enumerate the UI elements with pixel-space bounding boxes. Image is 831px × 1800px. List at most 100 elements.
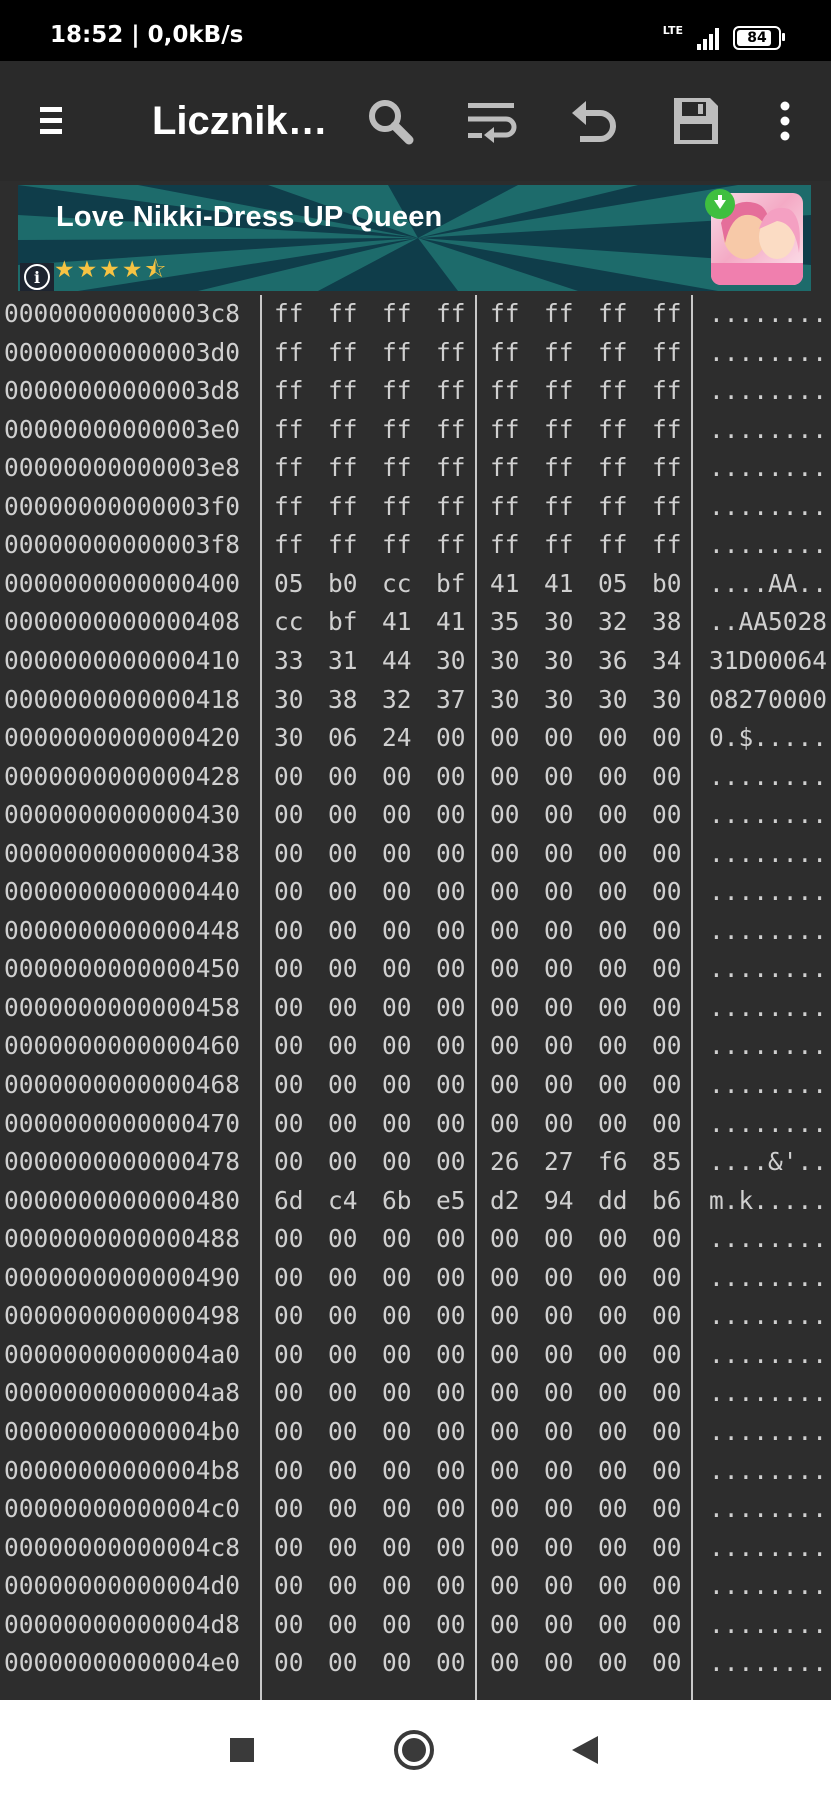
hex-byte[interactable]: e5 (436, 1186, 466, 1215)
hex-byte[interactable]: 00 (328, 1456, 358, 1485)
hex-row[interactable]: 00000000000003f8 ff ff ff ff ff ff ff ff........ (0, 526, 831, 565)
hex-ascii[interactable]: ........ (709, 1340, 827, 1369)
hex-byte[interactable]: b0 (328, 569, 358, 598)
hex-byte[interactable]: 00 (544, 1648, 574, 1677)
hex-byte[interactable]: 00 (544, 877, 574, 906)
hex-byte[interactable]: 00 (598, 1224, 628, 1253)
hex-ascii[interactable]: 08270000 (709, 685, 827, 714)
hex-byte[interactable]: 00 (436, 1378, 466, 1407)
hex-byte[interactable]: 00 (490, 916, 520, 945)
hex-ascii[interactable]: ........ (709, 338, 827, 367)
hex-byte[interactable]: 44 (382, 646, 412, 675)
hex-byte[interactable]: 00 (274, 877, 304, 906)
hex-byte[interactable]: 00 (382, 1263, 412, 1292)
hex-ascii[interactable]: ........ (709, 916, 827, 945)
hex-byte[interactable]: 41 (544, 569, 574, 598)
hex-byte[interactable]: 00 (544, 954, 574, 983)
hex-row[interactable]: 00000000000003f0 ff ff ff ff ff ff ff ff........ (0, 488, 831, 527)
hex-byte[interactable]: 00 (328, 1610, 358, 1639)
hex-byte[interactable]: ff (544, 376, 574, 405)
hex-byte[interactable]: 00 (382, 1109, 412, 1138)
hex-byte[interactable]: 00 (652, 1378, 682, 1407)
hex-byte[interactable]: 00 (490, 1224, 520, 1253)
hex-ascii[interactable]: ........ (709, 800, 827, 829)
hex-row[interactable]: 0000000000000408 cc bf 41 41 35 30 32 38 ..AA5028 (0, 603, 831, 642)
hex-byte[interactable]: 00 (490, 954, 520, 983)
hex-byte[interactable]: ff (328, 376, 358, 405)
hex-ascii[interactable]: 31D00064 (709, 646, 827, 675)
hex-byte[interactable]: 00 (544, 1533, 574, 1562)
hex-row[interactable]: 0000000000000430 00 00 00 00 00 00 00 00........ (0, 796, 831, 835)
hex-byte[interactable]: 00 (274, 1340, 304, 1369)
hex-byte[interactable]: 00 (328, 800, 358, 829)
menu-button[interactable] (22, 61, 82, 181)
hex-byte[interactable]: 00 (436, 1571, 466, 1600)
hex-byte[interactable]: b0 (652, 569, 682, 598)
hex-ascii[interactable]: ........ (709, 1301, 827, 1330)
hex-byte[interactable]: bf (328, 607, 358, 636)
hex-byte[interactable]: 00 (328, 1571, 358, 1600)
hex-byte[interactable]: 00 (328, 1301, 358, 1330)
hex-byte[interactable]: 00 (328, 1070, 358, 1099)
hex-byte[interactable]: 00 (274, 762, 304, 791)
hex-byte[interactable]: 00 (436, 762, 466, 791)
hex-byte[interactable]: 00 (598, 1340, 628, 1369)
hex-byte[interactable]: 00 (598, 723, 628, 752)
hex-byte[interactable]: ff (652, 453, 682, 482)
hex-byte[interactable]: 00 (652, 1571, 682, 1600)
hex-byte[interactable]: 00 (274, 800, 304, 829)
hex-byte[interactable]: ff (382, 299, 412, 328)
hex-byte[interactable]: 00 (436, 723, 466, 752)
hex-byte[interactable]: 00 (274, 954, 304, 983)
hex-byte[interactable]: 00 (328, 954, 358, 983)
hex-byte[interactable]: 00 (382, 1494, 412, 1523)
hex-byte[interactable]: ff (436, 530, 466, 559)
hex-byte[interactable]: 00 (652, 800, 682, 829)
hex-byte[interactable]: ff (544, 453, 574, 482)
ad-info-button[interactable]: i (20, 263, 54, 291)
hex-byte[interactable]: 00 (490, 1456, 520, 1485)
hex-byte[interactable]: d2 (490, 1186, 520, 1215)
hex-byte[interactable]: 26 (490, 1147, 520, 1176)
hex-ascii[interactable]: ........ (709, 1571, 827, 1600)
hex-row[interactable]: 00000000000004b8 00 00 00 00 00 00 00 00........ (0, 1452, 831, 1491)
hex-row[interactable]: 00000000000003d0 ff ff ff ff ff ff ff ff........ (0, 334, 831, 373)
hex-byte[interactable]: 00 (490, 839, 520, 868)
hex-byte[interactable]: ff (436, 492, 466, 521)
hex-byte[interactable]: 00 (490, 1263, 520, 1292)
hex-byte[interactable]: 30 (274, 723, 304, 752)
undo-button[interactable] (564, 61, 624, 181)
hex-byte[interactable]: 00 (652, 1224, 682, 1253)
hex-byte[interactable]: 00 (490, 1533, 520, 1562)
hex-byte[interactable]: 41 (490, 569, 520, 598)
hex-ascii[interactable]: ........ (709, 530, 827, 559)
hex-row[interactable]: 0000000000000440 00 00 00 00 00 00 00 00........ (0, 873, 831, 912)
hex-byte[interactable]: 00 (652, 1301, 682, 1330)
hex-byte[interactable]: 00 (544, 723, 574, 752)
hex-byte[interactable]: 00 (382, 1648, 412, 1677)
hex-byte[interactable]: ff (652, 299, 682, 328)
hex-byte[interactable]: 00 (598, 1031, 628, 1060)
hex-byte[interactable]: 00 (382, 1340, 412, 1369)
hex-byte[interactable]: 00 (328, 1031, 358, 1060)
hex-ascii[interactable]: ........ (709, 839, 827, 868)
hex-byte[interactable]: 30 (490, 685, 520, 714)
hex-byte[interactable]: 00 (382, 762, 412, 791)
hex-byte[interactable]: bf (436, 569, 466, 598)
hex-byte[interactable]: 00 (328, 1109, 358, 1138)
hex-byte[interactable]: ff (436, 376, 466, 405)
hex-byte[interactable]: 00 (436, 954, 466, 983)
hex-byte[interactable]: 00 (382, 954, 412, 983)
hex-byte[interactable]: 00 (544, 1301, 574, 1330)
hex-byte[interactable]: 00 (598, 1417, 628, 1446)
hex-byte[interactable]: 00 (382, 1301, 412, 1330)
hex-byte[interactable]: 94 (544, 1186, 574, 1215)
hex-byte[interactable]: f6 (598, 1147, 628, 1176)
hex-byte[interactable]: dd (598, 1186, 628, 1215)
hex-byte[interactable]: 00 (544, 1031, 574, 1060)
hex-byte[interactable]: 30 (490, 646, 520, 675)
hex-byte[interactable]: ff (274, 338, 304, 367)
hex-byte[interactable]: ff (382, 453, 412, 482)
hex-byte[interactable]: ff (436, 338, 466, 367)
hex-row[interactable]: 0000000000000478 00 00 00 00 26 27 f6 85 ....&'.. (0, 1143, 831, 1182)
